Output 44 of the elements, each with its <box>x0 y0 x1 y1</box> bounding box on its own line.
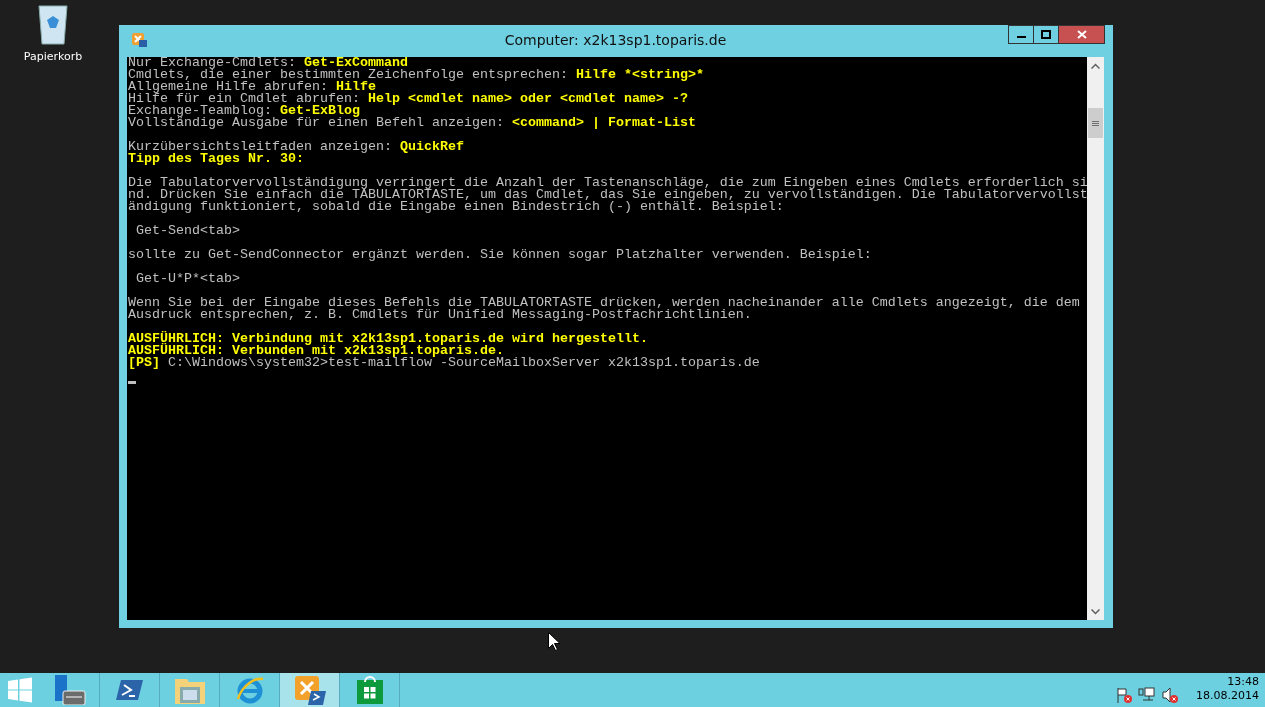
console-line: Ausdruck entsprechen, z. B. Cmdlets für Unified Messaging-Postfachrichtlinien. <box>128 309 752 321</box>
close-icon <box>1076 30 1087 39</box>
store-bag-icon <box>356 676 383 704</box>
console-line: Get-U*P*<tab> <box>135 273 240 285</box>
maximize-icon <box>1041 30 1051 39</box>
close-button[interactable] <box>1058 25 1105 44</box>
minimize-button[interactable] <box>1008 25 1034 44</box>
speaker-muted-icon[interactable] <box>1162 687 1178 703</box>
console-line: Hilfe für ein Cmdlet abrufen: Help <cmdlet name> oder <cmdlet name> -? <box>128 93 688 105</box>
powershell-icon <box>115 678 144 702</box>
flag-error-icon[interactable] <box>1116 687 1132 703</box>
app-icon <box>131 32 147 48</box>
console-line: AUSFÜHRLICH: Verbunden mit x2k13sp1.toparis.de. <box>128 345 504 357</box>
clock-date[interactable]: 18.08.2014 <box>1196 689 1259 703</box>
console-line: Wenn Sie bei der Eingabe dieses Befehls die TABULATORTASTE drücken, werden nacheinander alle Cmdlets angezeigt, die dem <box>128 297 1080 309</box>
console-line: Get-Send<tab> <box>135 225 240 237</box>
chevron-up-icon <box>1091 62 1100 69</box>
console-line: Tipp des Tages Nr. 30: <box>128 153 304 165</box>
console-line: Cmdlets, die einer bestimmten Zeichenfolge entsprechen: Hilfe *<string>* <box>128 69 704 81</box>
console-line: nd. Drücken Sie einfach die TABULATORTASTE, um das Cmdlet, das Sie eingeben, zu vervollständigen. Die Tabulatorvervollst <box>128 189 1087 201</box>
console-line: Nur Exchange-Cmdlets: Get-ExCommand <box>128 57 408 69</box>
chevron-down-icon <box>1091 608 1100 615</box>
scrollbar[interactable] <box>1087 57 1104 620</box>
mouse-pointer-icon <box>548 632 560 651</box>
console-line: ändigung funktioniert, sobald die Eingabe einen Bindestrich (-) enthält. Beispiel: <box>128 201 784 213</box>
maximize-button[interactable] <box>1033 25 1059 44</box>
console-line: Allgemeine Hilfe abrufen: Hilfe <box>128 81 376 93</box>
server-manager-icon <box>52 675 87 705</box>
network-icon[interactable] <box>1138 687 1156 703</box>
console-line: Exchange-Teamblog: Get-ExBlog <box>128 105 360 117</box>
console-line: [PS] C:\Windows\system32>test-mailflow -SourceMailboxServer x2k13sp1.toparis.de <box>128 357 760 369</box>
grip-icon <box>1092 120 1099 126</box>
desktop-icon-label: Papierkorb <box>23 50 83 63</box>
window-title: Computer: x2k13sp1.toparis.de <box>504 32 727 48</box>
console-line: sollte zu Get-SendConnector ergänzt werden. Sie können sogar Platzhalter verwenden. Beispiel: <box>128 249 872 261</box>
browser-e-icon <box>234 675 265 705</box>
console-line: Vollständige Ausgabe für einen Befehl anzeigen: <command> | Format-List <box>128 117 696 129</box>
scrollbar-thumb[interactable] <box>1088 108 1103 138</box>
clock-time[interactable]: 13:48 <box>1227 675 1259 689</box>
console-line: Die Tabulatorvervollständigung verringert die Anzahl der Tastenanschläge, die zum Eingeben eines Cmdlets erforderlich si <box>128 177 1087 189</box>
exchange-shell-icon <box>293 675 326 705</box>
text-cursor <box>128 381 136 384</box>
console-line: Kurzübersichtsleitfaden anzeigen: QuickRef <box>128 141 464 153</box>
taskbar-app[interactable] <box>280 673 340 707</box>
